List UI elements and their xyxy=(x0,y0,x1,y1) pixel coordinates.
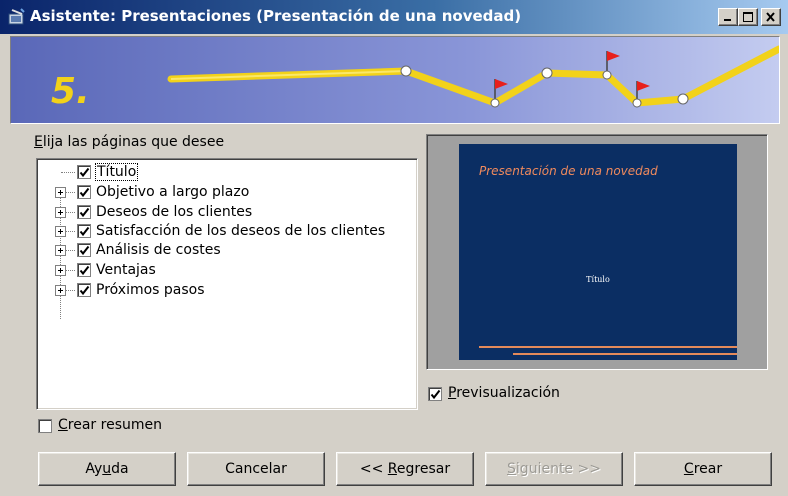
step-number: 5. xyxy=(51,71,90,112)
checkmark-icon xyxy=(430,389,441,400)
preview-toggle-label: Previsualización xyxy=(448,385,560,401)
checkbox[interactable] xyxy=(77,283,91,297)
tree-item-objetivo[interactable]: Objetivo a largo plazo xyxy=(37,183,407,202)
checkmark-icon xyxy=(79,226,90,237)
summary-checkbox[interactable] xyxy=(38,419,52,433)
checkmark-icon xyxy=(79,285,90,296)
checkbox[interactable] xyxy=(77,185,91,199)
tree-item-label: Título xyxy=(94,163,139,181)
maximize-icon xyxy=(743,12,753,22)
title-bar[interactable]: Asistente: Presentaciones (Presentación … xyxy=(0,0,788,34)
minimize-icon xyxy=(724,19,731,21)
preview-toggle[interactable]: Previsualización xyxy=(428,385,628,402)
checkmark-icon xyxy=(79,167,90,178)
preview-slide: Presentación de una novedad Título xyxy=(459,144,737,360)
pages-label: Elija las páginas que desee xyxy=(34,134,225,150)
step-path-graphic: 5. xyxy=(11,37,779,123)
expand-icon[interactable] xyxy=(55,265,66,276)
tree-item-label: Ventajas xyxy=(96,262,156,278)
maximize-button[interactable] xyxy=(738,8,758,26)
checkbox[interactable] xyxy=(77,243,91,257)
tree-item-label: Satisfacción de los deseos de los client… xyxy=(96,223,386,239)
slide-accent-line xyxy=(479,346,737,348)
create-button[interactable]: Crear xyxy=(634,452,772,486)
tree-item-deseos[interactable]: Deseos de los clientes xyxy=(37,203,407,222)
checkmark-icon xyxy=(79,245,90,256)
close-icon xyxy=(766,12,775,22)
tree-item-titulo[interactable]: Título xyxy=(37,163,407,182)
pages-tree[interactable]: Título Objetivo a largo plazo Deseos de … xyxy=(36,158,418,410)
slide-subtitle: Título xyxy=(586,275,610,284)
close-button[interactable] xyxy=(761,8,781,26)
expand-icon[interactable] xyxy=(55,187,66,198)
presentation-app-icon xyxy=(8,8,25,25)
tree-item-label: Objetivo a largo plazo xyxy=(96,184,250,200)
checkbox[interactable] xyxy=(77,263,91,277)
tree-item-satisfaccion[interactable]: Satisfacción de los deseos de los client… xyxy=(37,222,407,241)
tree-item-proximos[interactable]: Próximos pasos xyxy=(37,281,407,300)
checkmark-icon xyxy=(79,207,90,218)
tree-item-label: Próximos pasos xyxy=(96,282,205,298)
slide-title: Presentación de una novedad xyxy=(479,164,658,178)
slide-accent-line xyxy=(513,353,737,355)
help-button[interactable]: Ayuda xyxy=(38,452,176,486)
expand-icon[interactable] xyxy=(55,226,66,237)
back-button[interactable]: << Regresar xyxy=(336,452,474,486)
preview-checkbox[interactable] xyxy=(428,387,442,401)
tree-item-label: Análisis de costes xyxy=(96,242,221,258)
tree-item-ventajas[interactable]: Ventajas xyxy=(37,261,407,280)
checkmark-icon xyxy=(79,187,90,198)
window-title: Asistente: Presentaciones (Presentación … xyxy=(30,7,522,25)
checkbox[interactable] xyxy=(77,224,91,238)
expand-icon[interactable] xyxy=(55,285,66,296)
tree-item-analisis[interactable]: Análisis de costes xyxy=(37,241,407,260)
summary-toggle[interactable]: Crear resumen xyxy=(38,417,238,434)
slide-preview: Presentación de una novedad Título xyxy=(426,134,768,370)
checkbox[interactable] xyxy=(77,205,91,219)
next-button[interactable]: Siguiente >> xyxy=(485,452,623,486)
tree-item-label: Deseos de los clientes xyxy=(96,204,253,220)
summary-toggle-label: Crear resumen xyxy=(58,417,162,433)
wizard-banner: 5. xyxy=(10,36,780,124)
checkmark-icon xyxy=(79,265,90,276)
expand-icon[interactable] xyxy=(55,245,66,256)
cancel-button[interactable]: Cancelar xyxy=(187,452,325,486)
minimize-button[interactable] xyxy=(718,8,738,26)
expand-icon[interactable] xyxy=(55,207,66,218)
checkbox[interactable] xyxy=(77,165,91,179)
